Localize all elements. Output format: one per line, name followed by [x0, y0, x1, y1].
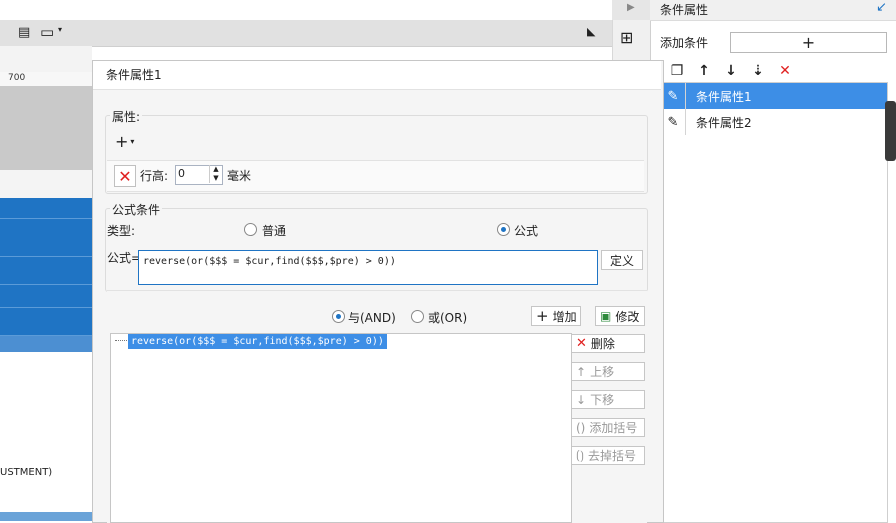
add-parentheses-button-label: 添加括号 [589, 421, 638, 435]
panel-title: 条件属性 [660, 3, 709, 17]
condition-item[interactable]: ✎ 条件属性1 [661, 83, 887, 109]
side-dock-header: ▶ [612, 0, 650, 20]
edit-icon: ✎ [661, 109, 686, 135]
background-blue-row [0, 308, 92, 336]
dropdown-arrow-icon: ▾ [130, 136, 135, 146]
delete-button[interactable]: ✕ 删除 [571, 334, 645, 353]
background-tabstrip [0, 0, 612, 20]
background-canvas [0, 86, 92, 170]
expression-list[interactable] [110, 333, 572, 523]
formula-condition-group-label: 公式条件 [110, 201, 163, 218]
background-report-text: USTMENT) [0, 467, 53, 478]
type-normal-radio[interactable] [244, 223, 257, 236]
expression-item[interactable]: reverse(or($$$ = $cur,find($$$,$pre) > 0… [128, 334, 387, 349]
add-button-label: 增加 [552, 309, 577, 324]
dropdown-arrow-icon[interactable]: ▾ [58, 25, 62, 34]
delete-button-label: 删除 [590, 337, 615, 351]
remove-parentheses-button-label: 去掉括号 [588, 449, 637, 463]
move-down-button-label: 下移 [590, 393, 615, 407]
background-cell [0, 352, 92, 422]
close-icon: ✕ [118, 166, 132, 186]
add-parentheses-button[interactable]: () 添加括号 [571, 418, 645, 437]
formula-text: reverse(or($$$ = $cur,find($$$,$pre) > 0… [143, 256, 396, 267]
modify-icon: ▣ [600, 309, 612, 323]
add-attribute-button[interactable]: + ▾ [115, 131, 145, 151]
define-button[interactable]: 定义 [601, 250, 643, 270]
remove-parentheses-button[interactable]: ⟮⟯ 去掉括号 [571, 446, 645, 465]
formula-label: 公式= [107, 251, 142, 265]
close-icon: ✕ [576, 336, 587, 351]
spin-up-icon[interactable]: ▲ [209, 165, 222, 174]
add-condition-button[interactable]: + [730, 32, 887, 53]
dialog-titlebar [93, 61, 661, 90]
move-up-button[interactable]: ↑ 上移 [571, 362, 645, 381]
delete-attribute-button[interactable]: ✕ [114, 165, 136, 187]
row-height-value: 0 [178, 167, 185, 180]
and-radio[interactable] [332, 310, 345, 323]
unit-label: 毫米 [227, 169, 252, 183]
add-condition-label: 添加条件 [660, 36, 709, 50]
remove-parentheses-icon: ⟮⟯ [576, 448, 584, 462]
move-up-button-label: 上移 [590, 365, 615, 379]
plus-icon: + [536, 307, 549, 325]
move-down-button[interactable]: ↓ 下移 [571, 390, 645, 409]
delete-icon[interactable]: ✕ [776, 62, 794, 80]
parentheses-icon: () [576, 420, 586, 435]
filter-icon[interactable]: ◣ [587, 25, 595, 38]
attributes-group-label: 属性: [110, 108, 143, 125]
background-blue-row [0, 198, 92, 219]
dialog-title: 条件属性1 [106, 68, 162, 82]
condition-attribute-icon[interactable]: ⊞ [620, 28, 633, 47]
spin-down-icon[interactable]: ▼ [209, 174, 222, 183]
background-toolbar: ▤ ▭ ▾ ◣ [0, 20, 612, 47]
arrow-down-icon: ↓ [576, 392, 587, 407]
modify-button-label: 修改 [615, 309, 640, 324]
and-label: 与(AND) [348, 311, 396, 325]
border-icon[interactable]: ▭ [40, 23, 54, 41]
tree-connector [115, 340, 127, 341]
background-ruler-row [0, 46, 92, 72]
background-blue-row [0, 512, 92, 521]
background-blue-row [0, 257, 92, 285]
arrow-up-icon: ↑ [576, 364, 587, 379]
plus-icon: + [115, 131, 129, 151]
scroll-grip[interactable] [885, 101, 896, 161]
type-formula-radio[interactable] [497, 223, 510, 236]
page-layout-icon[interactable]: ▤ [18, 25, 30, 40]
condition-item-label: 条件属性2 [696, 115, 752, 130]
background-blue-row [0, 219, 92, 257]
type-formula-label: 公式 [514, 224, 539, 238]
add-button[interactable]: + 增加 [531, 306, 581, 326]
condition-item[interactable]: ✎ 条件属性2 [661, 109, 887, 135]
or-label: 或(OR) [428, 311, 468, 325]
row-height-label: 行高: [140, 169, 169, 183]
arrow-down-icon[interactable]: ↓ [722, 62, 740, 80]
sort-bottom-icon[interactable]: ⇣ [749, 62, 767, 80]
condition-item-label: 条件属性1 [696, 89, 752, 104]
type-label: 类型: [107, 224, 136, 238]
pin-icon[interactable]: ↙ [876, 0, 887, 15]
background-cell [0, 170, 92, 198]
modify-button[interactable]: ▣ 修改 [595, 306, 645, 326]
background-blue-row [0, 285, 92, 308]
copy-icon[interactable]: ❐ [668, 62, 686, 80]
condition-toolbar: ❐ ↑ ↓ ⇣ ✕ [662, 60, 892, 82]
arrow-up-icon[interactable]: ↑ [695, 62, 713, 80]
edit-icon: ✎ [661, 83, 686, 109]
background-blue-row [0, 336, 92, 353]
ruler-label: 700 [8, 73, 26, 83]
type-normal-label: 普通 [262, 224, 287, 238]
or-radio[interactable] [411, 310, 424, 323]
condition-list: ✎ 条件属性1 ✎ 条件属性2 [660, 82, 888, 523]
expand-arrow-icon[interactable]: ▶ [627, 2, 635, 13]
